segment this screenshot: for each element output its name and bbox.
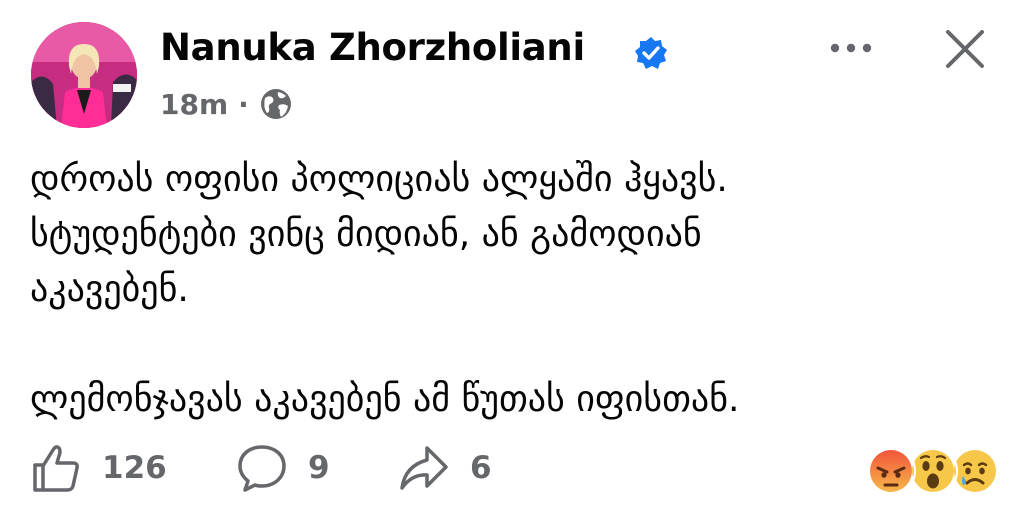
share-arrow-icon	[400, 446, 448, 490]
thumbs-up-icon	[33, 445, 79, 492]
more-horizontal-icon[interactable]	[828, 36, 874, 60]
post-body: დროას ოფისი პოლიციას ალყაში ჰყავს. სტუდე…	[30, 152, 990, 427]
meta-separator: ·	[238, 87, 249, 121]
globe-icon[interactable]	[259, 87, 293, 121]
post-line: აკავებენ.	[30, 269, 189, 310]
post-time[interactable]: 18m	[160, 88, 228, 121]
close-icon[interactable]	[940, 24, 990, 74]
share-button[interactable]: 6	[398, 440, 492, 496]
reaction-summary[interactable]	[866, 446, 1000, 496]
post-paragraph-1: დროას ოფისი პოლიციას ალყაში ჰყავს. სტუდე…	[30, 152, 990, 317]
share-count: 6	[470, 450, 492, 486]
post-line: დროას ოფისი პოლიციას ალყაში ჰყავს.	[30, 159, 728, 200]
post-line: სტუდენტები ვინც მიდიან, ან გამოდიან	[30, 214, 702, 255]
avatar-illustration	[31, 22, 137, 128]
comment-button[interactable]: 9	[236, 440, 330, 496]
angry-reaction-icon	[866, 446, 916, 496]
like-count: 126	[102, 450, 167, 486]
post-meta: 18m ·	[160, 86, 293, 122]
comment-bubble-icon	[238, 445, 286, 492]
like-button[interactable]: 126	[30, 440, 167, 496]
author-name[interactable]: Nanuka Zhorzholiani	[160, 26, 585, 69]
verified-badge-icon	[635, 37, 667, 69]
post-paragraph-2: ლემონჯავას აკავებენ ამ წუთას იფისთან.	[30, 379, 740, 420]
author-avatar[interactable]	[31, 22, 137, 128]
comment-count: 9	[308, 450, 330, 486]
